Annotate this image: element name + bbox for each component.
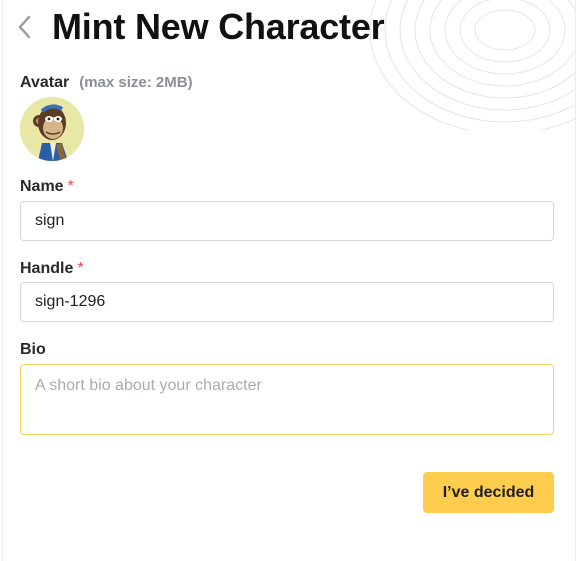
name-label: Name (20, 178, 64, 195)
handle-input[interactable] (20, 282, 554, 322)
handle-label: Handle (20, 260, 74, 277)
ape-avatar-image (20, 97, 84, 161)
bio-textarea[interactable] (20, 364, 554, 435)
avatar-label-row: Avatar (max size: 2MB) (20, 74, 193, 92)
bio-label-row: Bio (20, 341, 46, 359)
avatar-size-hint: (max size: 2MB) (79, 74, 193, 91)
required-mark: * (77, 260, 84, 277)
required-mark: * (67, 178, 74, 195)
avatar-upload[interactable] (20, 97, 84, 161)
bio-label: Bio (20, 341, 46, 358)
name-label-row: Name * (20, 178, 74, 196)
avatar-label: Avatar (20, 74, 70, 91)
mint-character-panel: Mint New Character Avatar (max size: 2MB)… (2, 0, 576, 561)
handle-label-row: Handle * (20, 260, 84, 278)
chevron-left-icon[interactable] (15, 14, 35, 40)
page-title: Mint New Character (52, 6, 385, 47)
name-input[interactable] (20, 201, 554, 241)
decided-button[interactable]: I’ve decided (423, 472, 554, 513)
